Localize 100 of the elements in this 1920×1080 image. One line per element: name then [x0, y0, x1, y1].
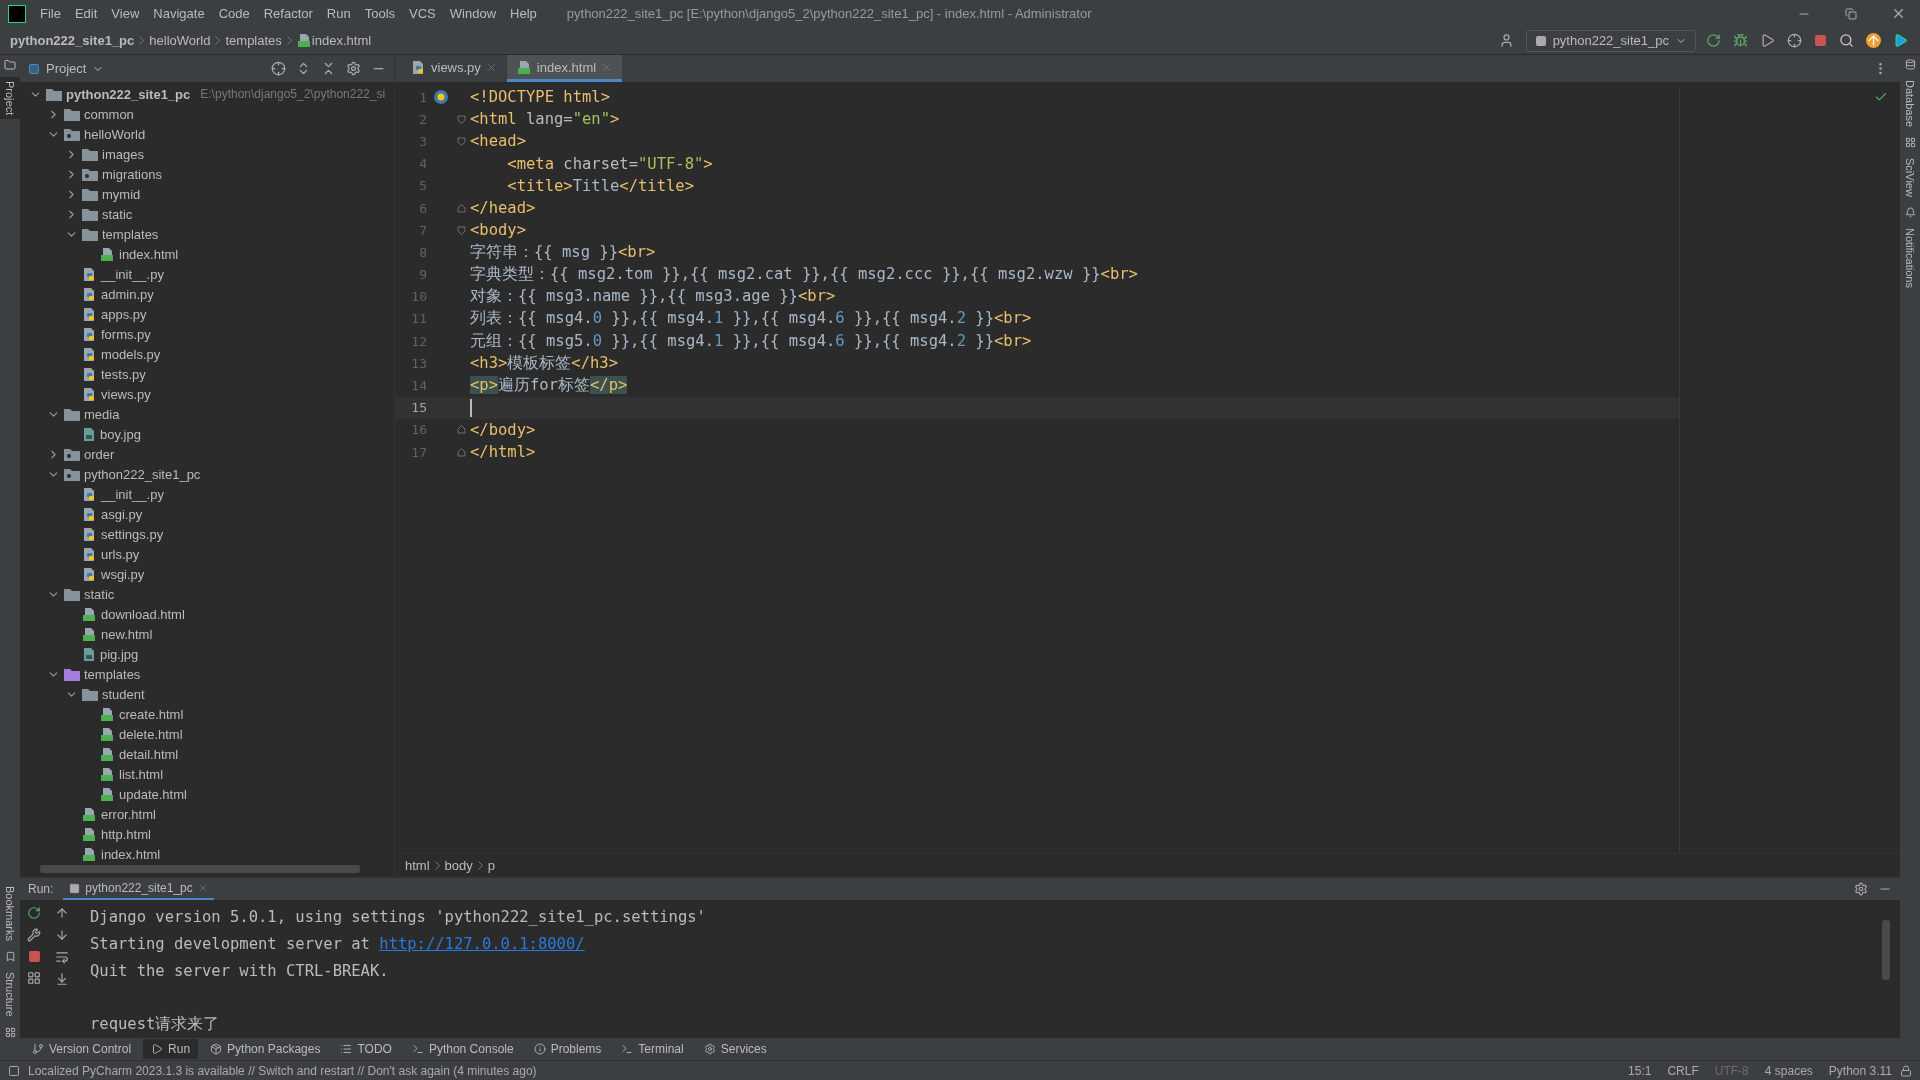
structure-icon[interactable] — [4, 1027, 16, 1038]
breadcrumb-item[interactable]: helloWorld — [149, 33, 211, 48]
tool-window-button[interactable]: Python Console — [403, 1039, 522, 1059]
tree-item[interactable]: migrations — [102, 166, 162, 182]
stop-icon[interactable] — [1814, 34, 1827, 47]
tree-item[interactable]: images — [102, 146, 144, 162]
menu-item[interactable]: Tools — [364, 6, 396, 21]
tree-item[interactable]: admin.py — [101, 286, 154, 302]
tree-item[interactable]: python222_site1_pc — [84, 466, 201, 482]
search-icon[interactable] — [1839, 33, 1854, 48]
bookmark-icon[interactable] — [4, 951, 16, 963]
fold-end-icon[interactable] — [456, 447, 466, 457]
tool-window-button[interactable]: TODO — [332, 1039, 400, 1059]
lock-icon[interactable] — [1900, 1064, 1912, 1077]
breadcrumb-item[interactable]: templates — [225, 33, 282, 48]
panel-toggle-icon[interactable] — [8, 1064, 20, 1077]
tree-item[interactable]: python222_site1_pc — [66, 86, 191, 102]
tree-item[interactable]: static — [84, 586, 115, 602]
status-item[interactable]: Python 3.11 — [1828, 1063, 1892, 1078]
breadcrumb-item[interactable]: p — [487, 858, 495, 873]
scrollbar[interactable] — [1882, 920, 1890, 980]
run-config-dropdown[interactable]: python222_site1_pc — [1525, 29, 1696, 52]
notifications-tool-tab[interactable]: Notifications — [1900, 224, 1920, 292]
tree-item[interactable]: common — [84, 106, 134, 122]
tool-window-button[interactable]: Run — [143, 1039, 199, 1059]
status-item[interactable]: 4 spaces — [1764, 1063, 1813, 1078]
tree-item[interactable]: detail.html — [119, 746, 179, 762]
tree-item[interactable]: tests.py — [101, 366, 146, 382]
breadcrumb-item[interactable]: python222_site1_pc — [10, 33, 135, 48]
sciview-tool-tab[interactable]: SciView — [1900, 154, 1920, 202]
breadcrumb-item[interactable]: html — [405, 858, 430, 873]
rerun-icon[interactable] — [27, 906, 41, 920]
tree-item[interactable]: static — [102, 206, 133, 222]
fold-start-icon[interactable] — [456, 114, 466, 124]
menu-item[interactable]: File — [40, 6, 61, 21]
arrow-down-icon[interactable] — [55, 928, 69, 942]
tree-item[interactable]: index.html — [101, 846, 161, 862]
tree-item[interactable]: list.html — [119, 766, 164, 782]
menu-item[interactable]: Navigate — [153, 6, 205, 21]
menu-item[interactable]: Window — [449, 6, 497, 21]
tool-window-button[interactable]: Python Packages — [202, 1039, 329, 1059]
tree-item[interactable]: update.html — [119, 786, 187, 802]
menu-item[interactable]: Refactor — [263, 6, 313, 21]
breadcrumb-item[interactable]: body — [444, 858, 473, 873]
menu-item[interactable]: View — [111, 6, 140, 21]
tree-item[interactable]: download.html — [101, 606, 185, 622]
menu-item[interactable]: Run — [326, 6, 351, 21]
tree-item[interactable]: student — [102, 686, 145, 702]
database-icon[interactable] — [1904, 59, 1916, 70]
breadcrumb-item[interactable]: index.html — [311, 33, 372, 48]
fold-start-icon[interactable] — [456, 136, 466, 146]
close-icon[interactable] — [485, 61, 497, 73]
menu-item[interactable]: Help — [510, 6, 537, 21]
menu-item[interactable]: Code — [218, 6, 250, 21]
tree-item[interactable]: urls.py — [101, 546, 140, 562]
stop-icon[interactable] — [27, 950, 41, 963]
tree-item[interactable]: mymid — [102, 186, 141, 202]
status-item[interactable]: CRLF — [1667, 1063, 1699, 1078]
editor-tab[interactable]: views.py — [401, 55, 507, 82]
soft-wrap-icon[interactable] — [55, 950, 69, 964]
project-tool-tab[interactable]: Project — [0, 77, 20, 120]
tree-item[interactable]: __init__.py — [101, 486, 164, 502]
database-tool-tab[interactable]: Database — [1900, 76, 1920, 132]
debug-icon[interactable] — [1733, 33, 1748, 48]
tool-window-button[interactable]: Services — [695, 1039, 775, 1059]
tree-item[interactable]: forms.py — [101, 326, 151, 342]
tool-window-button[interactable]: Problems — [525, 1039, 610, 1059]
wrench-icon[interactable] — [27, 928, 41, 942]
tree-item[interactable]: delete.html — [119, 726, 183, 742]
browser-icon[interactable] — [433, 89, 449, 106]
update-icon[interactable] — [1866, 33, 1881, 48]
restore-icon[interactable] — [1845, 7, 1857, 20]
tree-item[interactable]: templates — [84, 666, 141, 682]
menu-item[interactable]: VCS — [409, 6, 436, 21]
tree-item[interactable]: asgi.py — [101, 506, 143, 522]
sciview-icon[interactable] — [1904, 137, 1916, 149]
run-tab[interactable]: python222_site1_pc — [63, 878, 214, 900]
locate-icon[interactable] — [271, 61, 286, 76]
tree-item[interactable]: order — [84, 446, 115, 462]
tree-item[interactable]: http.html — [101, 826, 151, 842]
scroll-to-end-icon[interactable] — [55, 972, 69, 986]
tree-item[interactable]: new.html — [101, 626, 153, 642]
tool-window-button[interactable]: Version Control — [24, 1039, 140, 1059]
notifications-icon[interactable] — [1904, 207, 1916, 219]
tree-item[interactable]: __init__.py — [101, 266, 164, 282]
arrow-up-icon[interactable] — [55, 906, 69, 920]
settings-icon[interactable] — [346, 61, 361, 76]
tree-item[interactable]: media — [84, 406, 120, 422]
close-icon[interactable] — [1891, 6, 1906, 21]
status-item[interactable]: 15:1 — [1628, 1063, 1652, 1078]
tree-item[interactable]: wsgi.py — [101, 566, 145, 582]
tree-item[interactable]: models.py — [101, 346, 161, 362]
layout-icon[interactable] — [27, 971, 41, 985]
fold-start-icon[interactable] — [456, 225, 466, 235]
project-view-selector[interactable]: Project — [28, 61, 105, 76]
menu-item[interactable]: Edit — [74, 6, 98, 21]
tree-item[interactable]: helloWorld — [84, 126, 146, 142]
project-icon[interactable] — [4, 59, 16, 71]
scrollbar[interactable] — [40, 865, 360, 873]
structure-tool-tab[interactable]: Structure — [0, 968, 20, 1021]
